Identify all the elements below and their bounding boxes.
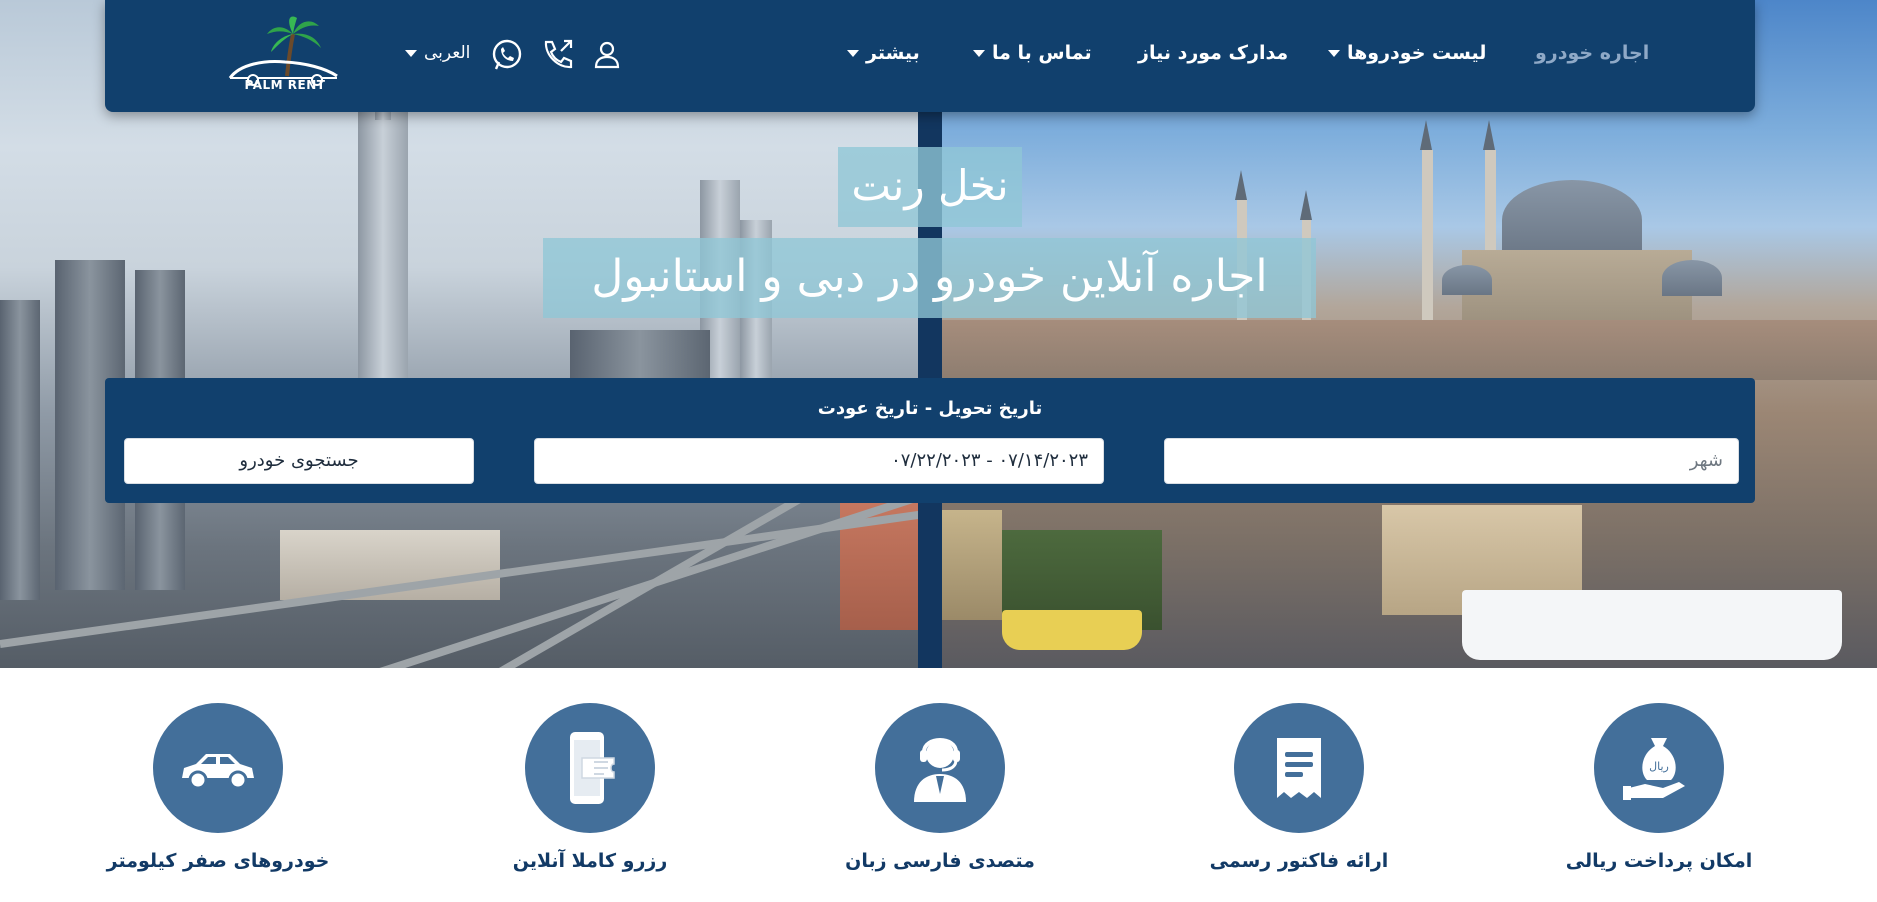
date-range-label: تاریخ تحویل - تاریخ عودت (817, 398, 1043, 419)
feature-official-invoice: ارائه فاکتور رسمی (1169, 703, 1429, 872)
feature-online-booking: رزرو کاملا آنلاین (460, 703, 720, 872)
small-dome (1662, 260, 1722, 296)
date-range-field[interactable]: ۰۷/۱۴/۲۰۲۳ - ۰۷/۲۲/۲۰۲۳ (534, 438, 1104, 484)
building (942, 510, 1002, 620)
palm-rent-logo[interactable]: PALM RENT (225, 16, 345, 98)
user-icon[interactable] (590, 38, 624, 72)
chevron-down-icon (847, 50, 859, 57)
small-dome (1442, 265, 1492, 295)
nav-car-list[interactable]: لیست خودروها (1328, 42, 1486, 64)
feature-zero-km-cars: خودروهای صفر کیلومتر (88, 703, 348, 872)
feature-rial-payment: ریال امکان پرداخت ریالی (1529, 703, 1789, 872)
nav-contact-us-label: تماس با ما (992, 42, 1092, 64)
feature-label: خودروهای صفر کیلومتر (106, 850, 330, 872)
feature-circle (525, 703, 655, 833)
feature-persian-support: متصدی فارسی زبان (810, 703, 1070, 872)
chevron-down-icon (405, 49, 417, 57)
money-bag-icon: ریال (1623, 738, 1685, 800)
whatsapp-icon[interactable] (490, 38, 524, 72)
mosque-main-dome (1502, 180, 1642, 260)
search-panel: تاریخ تحویل - تاریخ عودت شهر ۰۷/۱۴/۲۰۲۳ … (105, 378, 1755, 503)
palm-car-logo-icon (228, 16, 338, 86)
feature-circle (875, 703, 1005, 833)
nav-required-documents-label: مدارک مورد نیاز (1138, 42, 1289, 64)
car-icon (182, 754, 254, 790)
chevron-down-icon (1328, 50, 1340, 57)
feature-label: امکان پرداخت ریالی (1565, 850, 1753, 872)
hero-subtitle: اجاره آنلاین خودرو در دبی و استانبول (543, 238, 1316, 318)
feature-circle: ریال (1594, 703, 1724, 833)
mobile-ticket-icon (570, 732, 615, 804)
city-field[interactable]: شهر (1164, 438, 1739, 484)
feature-label: متصدی فارسی زبان (845, 850, 1035, 872)
feature-label: ارائه فاکتور رسمی (1209, 850, 1389, 872)
boat (1002, 610, 1142, 650)
nav-car-rental-label: اجاره خودرو (1535, 42, 1650, 64)
money-bag-text: ریال (1649, 760, 1669, 773)
search-cars-button[interactable]: جستجوی خودرو (124, 438, 474, 484)
phone-icon[interactable] (540, 38, 574, 72)
nav-more-label: بیشتر (866, 42, 920, 64)
ferry-boat (1462, 590, 1842, 660)
nav-contact-us[interactable]: تماس با ما (973, 42, 1092, 64)
nav-car-rental[interactable]: اجاره خودرو (1535, 42, 1649, 64)
building (570, 330, 710, 380)
feature-label: رزرو کاملا آنلاین (512, 850, 668, 872)
nav-required-documents[interactable]: مدارک مورد نیاز (1138, 42, 1288, 64)
support-agent-icon (914, 738, 966, 802)
building (0, 300, 40, 600)
feature-circle (1234, 703, 1364, 833)
feature-circle (153, 703, 283, 833)
language-selector[interactable]: العربی (405, 43, 470, 63)
chevron-down-icon (973, 50, 985, 57)
nav-car-list-label: لیست خودروها (1347, 42, 1487, 64)
nav-more[interactable]: بیشتر (847, 42, 920, 64)
invoice-icon (1277, 738, 1321, 798)
city-buildings (942, 320, 1877, 380)
hero-title: نخل رنت (838, 147, 1022, 227)
logo-text: PALM RENT (244, 78, 326, 92)
top-navbar: PALM RENT العربی بیشتر تماس با ما مدارک … (105, 0, 1755, 112)
language-label: العربی (424, 43, 471, 63)
burj-khalifa (358, 110, 408, 390)
